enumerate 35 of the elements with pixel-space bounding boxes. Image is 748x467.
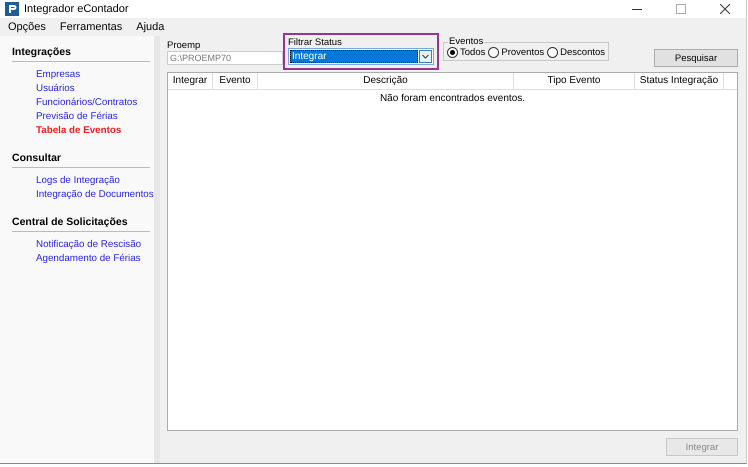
sidebar-link[interactable]: Agendamento de Férias (36, 252, 141, 266)
sidebar-link[interactable]: Empresas (36, 68, 80, 82)
radio-label: Descontos (560, 47, 606, 58)
field-label: Filtrar Status (288, 37, 343, 48)
sidebar-link[interactable]: Logs de Integração (36, 174, 120, 188)
field-label: Proemp (167, 40, 202, 51)
column-header[interactable]: Evento (213, 73, 258, 89)
column-header[interactable]: Status Integração (635, 73, 724, 89)
status-dropdown[interactable]: Integrar (288, 48, 434, 65)
radio-button[interactable] (488, 47, 500, 58)
sidebar-link[interactable]: Integração de Documentos (36, 188, 154, 202)
radio-label: Proventos (501, 47, 544, 58)
radio-button[interactable] (447, 47, 458, 58)
sidebar-link[interactable]: Previsão de Férias (36, 110, 118, 124)
radio-button[interactable] (547, 47, 558, 58)
section-title: Central de Solicitações (12, 216, 150, 232)
sidebar-link[interactable]: Tabela de Eventos (36, 124, 122, 138)
sidebar-link[interactable]: Funcionários/Contratos (36, 96, 138, 110)
sidebar-link[interactable]: Usuários (36, 82, 75, 96)
path-field[interactable]: G:\PROEMP70 (167, 51, 283, 65)
empty-message: Não foram encontrados eventos. (380, 93, 526, 104)
menu-item[interactable]: Ferramentas (60, 21, 122, 33)
group-label: Eventos (448, 36, 484, 47)
close-icon[interactable] (720, 4, 730, 14)
sidebar-link[interactable]: Notificação de Rescisão (36, 238, 142, 252)
search-button[interactable]: Pesquisar (654, 49, 738, 67)
radio-label: Todos (460, 47, 486, 58)
section-title: Consultar (12, 152, 150, 168)
column-header[interactable]: Descrição (258, 73, 514, 89)
column-header[interactable]: Tipo Evento (514, 73, 635, 89)
column-header[interactable]: Integrar (168, 73, 213, 89)
window-title: Integrador eContador (24, 3, 129, 15)
section-title: Integrações (12, 46, 150, 62)
menu-item[interactable]: Ajuda (136, 21, 164, 33)
menu-item[interactable]: Opções (8, 21, 46, 33)
